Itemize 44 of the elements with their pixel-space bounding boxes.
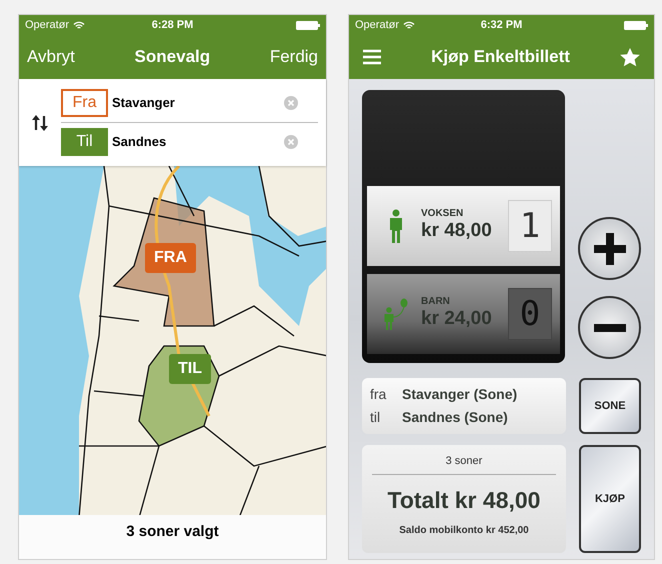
route-value: Sandnes (Sone) [402,408,508,427]
location-input[interactable]: Stavanger [112,93,284,113]
account-balance: Saldo mobilkonto kr 452,00 [399,524,529,538]
field-label-tag[interactable]: Fra [61,89,108,117]
status-time: 6:28 PM [152,18,194,33]
child-with-balloon-icon [383,298,409,330]
location-input[interactable]: Sandnes [112,132,284,152]
route-value: Stavanger (Sone) [402,385,518,404]
person-icon [388,209,404,243]
route-label: fra [370,385,388,404]
passenger-type: BARN [421,297,451,308]
nav-title: Kjøp Enkeltbillett [431,46,570,68]
passenger-type: VOKSEN [421,209,464,220]
passenger-count: 0 [508,288,552,340]
map-pin-label[interactable]: FRA [145,243,196,273]
menu-icon[interactable] [363,49,381,65]
field-label-tag[interactable]: Til [61,128,108,156]
wifi-icon [73,20,86,30]
zones-selected-text: 3 soner valgt [126,522,219,542]
total-price: Totalt kr 48,00 [387,486,540,514]
map-pin-label[interactable]: TIL [169,354,211,384]
passenger-price: kr 48,00 [421,219,493,243]
swap-arrows-icon[interactable] [31,114,49,132]
battery-icon [624,20,648,30]
carrier-name: Operatør [25,18,70,33]
plus-icon [594,232,626,264]
wifi-icon [403,20,416,30]
battery-icon [296,20,320,30]
zones-count: 3 soner [372,453,556,474]
route-label: til [370,408,382,427]
passenger-row[interactable]: VOKSEN kr 48,00 1 [367,186,560,266]
done-button[interactable]: Ferdig [270,44,318,70]
passenger-row[interactable]: BARN kr 24,00 0 [367,274,560,354]
star-icon[interactable] [620,48,640,66]
minus-icon [594,324,626,332]
passenger-price: kr 24,00 [421,307,493,331]
buy-button[interactable]: KJØP [578,445,641,553]
carrier-name: Operatør [355,18,400,33]
nav-title: Sonevalg [134,46,210,68]
cancel-button[interactable]: Avbryt [27,44,75,70]
status-time: 6:32 PM [480,18,522,33]
passenger-count: 1 [508,200,552,252]
zone-button[interactable]: SONE [578,378,641,434]
zone-map-drawing[interactable] [19,166,326,518]
